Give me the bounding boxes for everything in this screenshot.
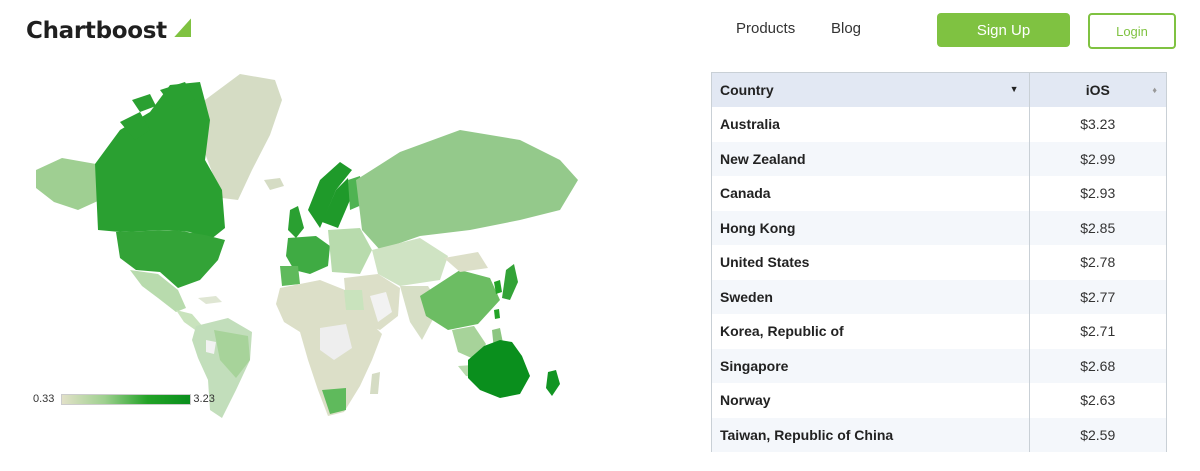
region-uk[interactable]: [288, 206, 304, 238]
cell-ios: $2.93: [1080, 185, 1116, 202]
cell-country: Australia: [712, 107, 1030, 142]
cell-country: Norway: [712, 383, 1030, 418]
region-alaska[interactable]: [36, 158, 100, 210]
cell-country: New Zealand: [712, 141, 1030, 176]
legend-max-label: 3.23: [193, 393, 215, 405]
cell-country: United States: [712, 245, 1030, 280]
region-madagascar[interactable]: [370, 372, 380, 394]
table-row[interactable]: Hong Kong $2.85: [712, 210, 1166, 245]
brand-name: Chartboost: [26, 18, 167, 44]
cell-ios: $2.85: [1080, 219, 1116, 236]
region-eastern-europe[interactable]: [328, 228, 372, 274]
region-caribbean[interactable]: [198, 296, 222, 304]
brand-logo[interactable]: Chartboost: [26, 14, 195, 48]
cell-country: Hong Kong: [712, 210, 1030, 245]
cell-ios: $2.99: [1080, 150, 1116, 167]
nav-products[interactable]: Products: [736, 20, 795, 37]
cell-ios: $2.71: [1080, 323, 1116, 340]
cell-country: Canada: [712, 176, 1030, 211]
world-map[interactable]: [0, 60, 600, 420]
region-canada[interactable]: [95, 82, 225, 240]
cell-ios: $2.78: [1080, 254, 1116, 271]
cell-ios: $2.63: [1080, 392, 1116, 409]
table-row[interactable]: Canada $2.93: [712, 176, 1166, 211]
column-header-ios-label: iOS: [1085, 82, 1110, 98]
column-header-ios[interactable]: iOS ♦: [1029, 73, 1166, 107]
cell-country: Korea, Republic of: [712, 314, 1030, 349]
legend-min-label: 0.33: [33, 393, 55, 405]
region-mongolia[interactable]: [444, 252, 488, 272]
table-row[interactable]: Norway $2.63: [712, 383, 1166, 418]
table-row[interactable]: Singapore $2.68: [712, 348, 1166, 383]
cell-country: Singapore: [712, 348, 1030, 383]
region-taiwan[interactable]: [494, 309, 500, 319]
region-new-zealand[interactable]: [546, 370, 560, 396]
table-row[interactable]: Taiwan, Republic of China $2.59: [712, 417, 1166, 452]
map-legend: 0.33 3.23: [33, 392, 215, 406]
cell-country: Sweden: [712, 279, 1030, 314]
table-row[interactable]: Korea, Republic of $2.71: [712, 314, 1166, 349]
sort-both-icon[interactable]: ♦: [1152, 85, 1157, 95]
nav-blog[interactable]: Blog: [831, 20, 861, 37]
legend-gradient: [61, 393, 192, 405]
table-row[interactable]: New Zealand $2.99: [712, 141, 1166, 176]
region-iberia[interactable]: [280, 266, 300, 286]
login-button[interactable]: Login: [1088, 13, 1176, 49]
cell-ios: $2.59: [1080, 426, 1116, 443]
table-header-row: Country ▼ iOS ♦: [712, 73, 1166, 107]
region-iceland[interactable]: [264, 178, 284, 190]
sort-desc-icon[interactable]: ▼: [1010, 84, 1019, 94]
column-header-country-label: Country: [720, 82, 774, 98]
country-table: Country ▼ iOS ♦ Australia $3.23 New Zeala…: [711, 72, 1167, 452]
region-russia[interactable]: [356, 130, 578, 250]
region-japan[interactable]: [502, 264, 518, 300]
signup-button[interactable]: Sign Up: [937, 13, 1070, 47]
cell-ios: $2.68: [1080, 357, 1116, 374]
column-header-country[interactable]: Country ▼: [712, 73, 1030, 107]
region-usa[interactable]: [116, 230, 225, 288]
cell-country: Taiwan, Republic of China: [712, 417, 1030, 452]
cell-ios: $2.77: [1080, 288, 1116, 305]
region-egypt[interactable]: [344, 290, 364, 310]
leaf-icon: [172, 16, 192, 38]
table-row[interactable]: United States $2.78: [712, 245, 1166, 280]
table-row[interactable]: Sweden $2.77: [712, 279, 1166, 314]
table-row[interactable]: Australia $3.23: [712, 107, 1166, 142]
cell-ios: $3.23: [1080, 116, 1116, 133]
